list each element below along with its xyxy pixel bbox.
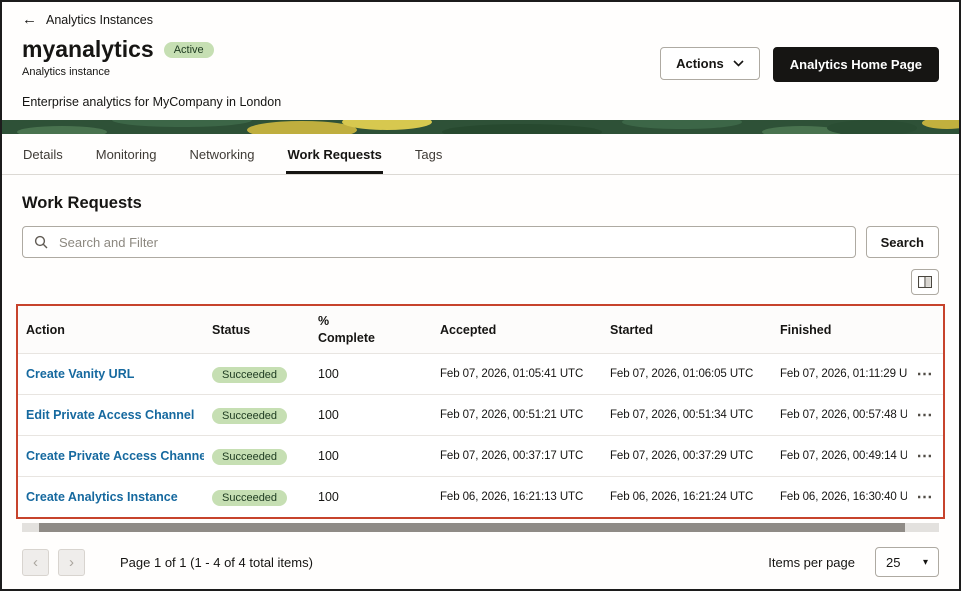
header-actions: Actions Analytics Home Page: [660, 36, 939, 82]
status-badge: Active: [164, 42, 214, 58]
tab-bar: Details Monitoring Networking Work Reque…: [2, 134, 959, 175]
search-icon: [34, 235, 48, 249]
top-bar: ← Analytics Instances: [2, 2, 959, 29]
chevron-left-icon: ‹: [33, 554, 38, 571]
next-page-button[interactable]: ›: [58, 549, 85, 576]
row-status-badge: Succeeded: [212, 367, 287, 383]
row-accepted-time: Feb 07, 2026, 00:51:21 UTC: [432, 409, 602, 421]
column-header-status: Status: [204, 323, 310, 337]
row-percent-complete: 100: [310, 367, 432, 381]
work-request-link[interactable]: Edit Private Access Channel: [26, 408, 194, 422]
horizontal-scrollbar-track[interactable]: [22, 523, 939, 532]
row-started-time: Feb 07, 2026, 00:37:29 UTC: [602, 450, 772, 462]
tab-work-requests[interactable]: Work Requests: [286, 134, 382, 174]
items-per-page-select[interactable]: 25 ▾: [875, 547, 939, 577]
row-percent-complete: 100: [310, 408, 432, 422]
row-started-time: Feb 06, 2026, 16:21:24 UTC: [602, 491, 772, 503]
row-status-badge: Succeeded: [212, 449, 287, 465]
work-request-link[interactable]: Create Analytics Instance: [26, 490, 178, 504]
analytics-home-page-button[interactable]: Analytics Home Page: [773, 47, 939, 82]
table-row: Create Private Access Channel Succeeded …: [18, 435, 943, 476]
table-row: Edit Private Access Channel Succeeded 10…: [18, 394, 943, 435]
row-actions-menu-icon[interactable]: ⋯: [917, 407, 934, 424]
row-started-time: Feb 07, 2026, 01:06:05 UTC: [602, 368, 772, 380]
pagination-summary: Page 1 of 1 (1 - 4 of 4 total items): [120, 555, 313, 570]
column-header-started: Started: [602, 323, 772, 337]
table-row: Create Vanity URL Succeeded 100 Feb 07, …: [18, 353, 943, 394]
column-header-finished: Finished: [772, 323, 907, 337]
pagination-bar: ‹ › Page 1 of 1 (1 - 4 of 4 total items)…: [2, 532, 959, 591]
row-status-badge: Succeeded: [212, 408, 287, 424]
tab-monitoring[interactable]: Monitoring: [95, 134, 158, 174]
items-per-page-label: Items per page: [768, 555, 855, 570]
items-per-page-value: 25: [886, 555, 900, 570]
row-percent-complete: 100: [310, 449, 432, 463]
decorative-banner: [2, 120, 959, 134]
work-request-link[interactable]: Create Private Access Channel: [26, 449, 204, 463]
actions-button-label: Actions: [676, 56, 724, 71]
breadcrumb-label: Analytics Instances: [46, 13, 153, 27]
row-actions-menu-icon[interactable]: ⋯: [917, 366, 934, 383]
row-accepted-time: Feb 07, 2026, 00:37:17 UTC: [432, 450, 602, 462]
row-finished-time: Feb 07, 2026, 00:57:48 UTC: [772, 409, 907, 421]
table-header-row: Action Status % Complete Accepted Starte…: [18, 306, 943, 353]
search-button[interactable]: Search: [866, 226, 939, 258]
horizontal-scrollbar-thumb[interactable]: [39, 523, 905, 532]
table-toolbar: [22, 269, 939, 295]
search-input[interactable]: [57, 234, 844, 251]
instance-type-label: Analytics instance: [22, 66, 281, 78]
page-header: myanalytics Active Analytics instance En…: [2, 29, 959, 109]
row-finished-time: Feb 07, 2026, 00:49:14 UTC: [772, 450, 907, 462]
row-status-badge: Succeeded: [212, 490, 287, 506]
row-finished-time: Feb 07, 2026, 01:11:29 UTC: [772, 368, 907, 380]
table-row: Create Analytics Instance Succeeded 100 …: [18, 476, 943, 517]
instance-description: Enterprise analytics for MyCompany in Lo…: [22, 95, 281, 109]
header-left: myanalytics Active Analytics instance En…: [22, 36, 281, 109]
columns-icon: [918, 276, 932, 288]
tab-details[interactable]: Details: [22, 134, 64, 174]
annotation-highlight-box: Action Status % Complete Accepted Starte…: [16, 304, 945, 519]
column-header-action: Action: [18, 323, 204, 337]
tab-networking[interactable]: Networking: [188, 134, 255, 174]
search-filter-row: Search: [22, 226, 939, 258]
chevron-down-icon: ▾: [923, 557, 928, 568]
row-finished-time: Feb 06, 2026, 16:30:40 UTC: [772, 491, 907, 503]
column-settings-button[interactable]: [911, 269, 939, 295]
search-box: [22, 226, 856, 258]
chevron-down-icon: [733, 60, 744, 67]
banner-leaf-pattern-image: [2, 120, 959, 134]
back-button[interactable]: ← Analytics Instances: [22, 12, 153, 27]
tab-tags[interactable]: Tags: [414, 134, 443, 174]
row-actions-menu-icon[interactable]: ⋯: [917, 448, 934, 465]
actions-button[interactable]: Actions: [660, 47, 760, 80]
row-accepted-time: Feb 06, 2026, 16:21:13 UTC: [432, 491, 602, 503]
page-title: myanalytics: [22, 36, 154, 63]
work-request-link[interactable]: Create Vanity URL: [26, 367, 134, 381]
column-header-accepted: Accepted: [432, 323, 602, 337]
row-percent-complete: 100: [310, 490, 432, 504]
row-started-time: Feb 07, 2026, 00:51:34 UTC: [602, 409, 772, 421]
previous-page-button[interactable]: ‹: [22, 549, 49, 576]
section-title: Work Requests: [22, 194, 939, 213]
row-actions-menu-icon[interactable]: ⋯: [917, 489, 934, 506]
back-arrow-icon: ←: [22, 12, 37, 27]
analytics-instance-page: ← Analytics Instances myanalytics Active…: [0, 0, 961, 591]
chevron-right-icon: ›: [69, 554, 74, 571]
row-accepted-time: Feb 07, 2026, 01:05:41 UTC: [432, 368, 602, 380]
column-header-percent-complete: % Complete: [310, 313, 432, 346]
